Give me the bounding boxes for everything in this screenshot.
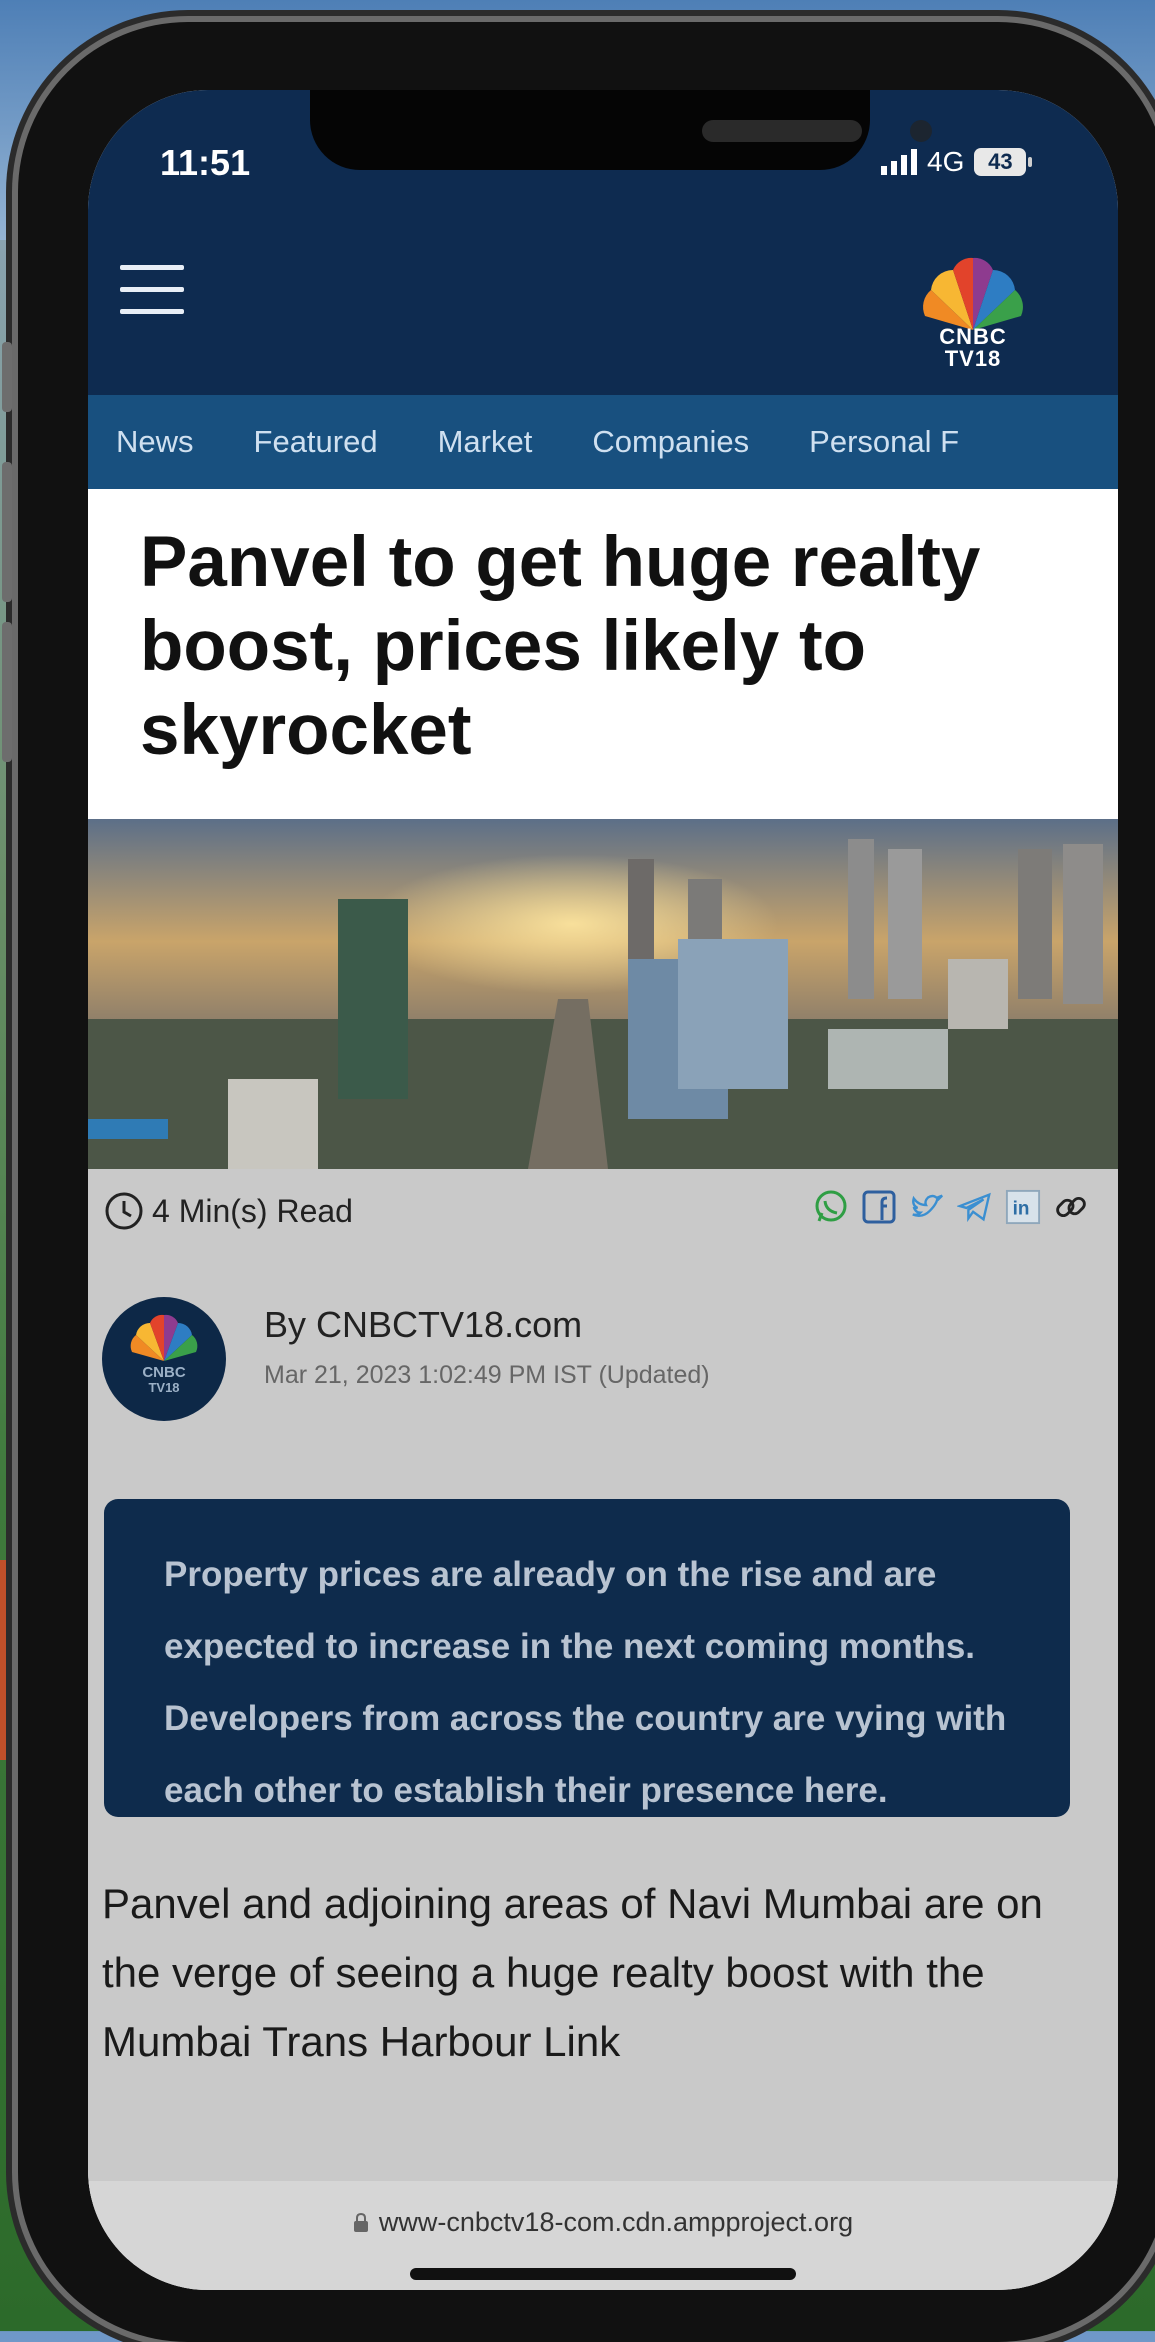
article-content: 4 Min(s) Read in CNBC TV18 By CNBCTV18.c… [88,1169,1118,2290]
nav-companies[interactable]: Companies [592,424,749,460]
summary-text: Property prices are already on the rise … [164,1555,1007,1810]
section-nav: News Featured Market Companies Personal … [88,395,1118,489]
hero-image-city-skyline [88,819,1118,1169]
twitter-icon[interactable] [909,1189,945,1225]
article-headline: Panvel to get huge realty boost, prices … [140,523,981,770]
url-text: www-cnbctv18-com.cdn.ampproject.org [378,2207,854,2237]
link-icon[interactable] [1053,1189,1089,1225]
signal-icon [881,149,917,175]
svg-text:in: in [1013,1199,1030,1220]
phone-frame: 11:51 4G 43 CNBC TV18 News Featured Mark… [2,22,1155,2342]
read-time-label: 4 Min(s) Read [152,1192,353,1229]
author-avatar[interactable]: CNBC TV18 [102,1297,226,1421]
author-name[interactable]: By CNBCTV18.com [264,1304,582,1346]
speaker [702,120,862,142]
linkedin-icon[interactable]: in [1005,1189,1041,1225]
clock-icon [105,1192,143,1230]
article-summary-box: Property prices are already on the rise … [104,1499,1070,1817]
article-body: Panvel and adjoining areas of Navi Mumba… [102,1880,1043,2065]
svg-text:CNBC: CNBC [142,1364,185,1381]
read-time: 4 Min(s) Read [104,1191,353,1231]
share-bar: in [813,1189,1089,1225]
whatsapp-icon[interactable] [813,1189,849,1225]
home-indicator[interactable] [410,2268,796,2280]
nav-market[interactable]: Market [438,424,533,460]
publish-date: Mar 21, 2023 1:02:49 PM IST (Updated) [264,1361,710,1389]
front-camera [910,120,932,142]
network-label: 4G [927,146,965,177]
silent-switch [2,342,12,412]
url-display[interactable]: www-cnbctv18-com.cdn.ampproject.org [88,2207,1118,2238]
nav-featured[interactable]: Featured [254,424,378,460]
headline-container: Panvel to get huge realty boost, prices … [88,489,1118,819]
menu-icon[interactable] [120,265,184,331]
nav-personal-finance[interactable]: Personal F [809,424,959,460]
nav-news[interactable]: News [116,424,194,460]
volume-down-button [2,622,12,762]
app-header: 11:51 4G 43 CNBC TV18 [88,90,1118,395]
logo-wordmark: CNBC TV18 [939,324,1007,371]
screen: 11:51 4G 43 CNBC TV18 News Featured Mark… [88,90,1118,2290]
status-indicators: 4G 43 [881,146,1033,178]
volume-up-button [2,462,12,602]
status-time: 11:51 [160,142,251,183]
facebook-icon[interactable] [861,1189,897,1225]
lock-icon [353,2212,368,2232]
notch [310,90,932,170]
svg-text:TV18: TV18 [148,1380,179,1395]
battery-icon: 43 [974,148,1033,176]
telegram-icon[interactable] [957,1189,993,1225]
